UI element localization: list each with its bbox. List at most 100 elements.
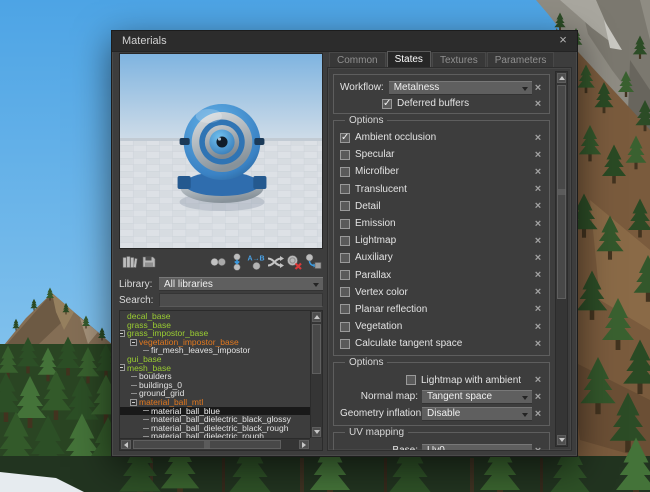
uv-mapping-group: UV mapping Base: Uv0 Ambient occlusion: bbox=[333, 432, 550, 450]
lightmap-with-ambient-row: Lightmap with ambient bbox=[334, 372, 549, 388]
group-title: UV mapping bbox=[345, 427, 408, 438]
option-checkbox[interactable] bbox=[340, 339, 350, 349]
import-material-icon[interactable] bbox=[227, 251, 246, 273]
normal-map-dropdown[interactable]: Tangent space bbox=[422, 390, 532, 404]
scroll-left-button[interactable] bbox=[121, 440, 131, 449]
window-titlebar[interactable]: Materials bbox=[112, 31, 577, 52]
tree-horizontal-scrollbar[interactable] bbox=[120, 438, 310, 450]
geometry-inflation-dropdown[interactable]: Disable bbox=[422, 407, 532, 421]
export-material-icon[interactable] bbox=[303, 251, 322, 273]
scroll-right-button[interactable] bbox=[299, 440, 309, 449]
material-properties-panel: Common States Textures Parameters Workfl… bbox=[327, 51, 572, 451]
option-checkbox[interactable] bbox=[340, 236, 350, 246]
option-row: Emission bbox=[334, 215, 549, 232]
remove-state-icon[interactable] bbox=[532, 98, 544, 110]
materials-window: Materials bbox=[111, 30, 578, 457]
search-input[interactable] bbox=[159, 293, 323, 307]
lightmap-with-ambient-checkbox[interactable] bbox=[406, 375, 416, 385]
remove-state-icon[interactable] bbox=[532, 445, 544, 451]
remove-state-icon[interactable] bbox=[532, 286, 544, 298]
library-icon[interactable] bbox=[120, 251, 139, 273]
options-group-2: Options Lightmap with ambient Normal map… bbox=[333, 362, 550, 426]
remove-state-icon[interactable] bbox=[532, 408, 544, 420]
remove-state-icon[interactable] bbox=[532, 200, 544, 212]
shuffle-icon[interactable] bbox=[265, 251, 284, 273]
option-row: Vertex color bbox=[334, 284, 549, 301]
states-tab-content: Workflow: Metalness Deferred buffers bbox=[327, 67, 572, 451]
workflow-dropdown[interactable]: Metalness bbox=[389, 81, 532, 95]
editor-viewport: Materials bbox=[0, 0, 650, 492]
spheres-icon[interactable] bbox=[208, 251, 227, 273]
collapse-icon[interactable] bbox=[130, 399, 137, 406]
remove-state-icon[interactable] bbox=[532, 374, 544, 386]
close-icon[interactable] bbox=[555, 33, 571, 48]
scroll-up-button[interactable] bbox=[312, 312, 321, 322]
properties-scrollbar[interactable] bbox=[555, 71, 568, 447]
remove-state-icon[interactable] bbox=[532, 269, 544, 281]
scroll-thumb[interactable] bbox=[133, 440, 281, 449]
remove-state-icon[interactable] bbox=[532, 132, 544, 144]
uv-base-row: Base: Uv0 bbox=[334, 442, 549, 450]
option-checkbox[interactable] bbox=[340, 304, 350, 314]
option-checkbox[interactable] bbox=[340, 201, 350, 211]
option-checkbox[interactable] bbox=[340, 322, 350, 332]
collapse-icon[interactable] bbox=[130, 339, 137, 346]
option-checkbox[interactable] bbox=[340, 287, 350, 297]
tab-common[interactable]: Common bbox=[329, 52, 386, 67]
option-checkbox[interactable] bbox=[340, 184, 350, 194]
a-to-b-icon[interactable]: A→B bbox=[246, 251, 265, 273]
deferred-buffers-checkbox[interactable] bbox=[382, 99, 392, 109]
option-checkbox[interactable] bbox=[340, 133, 350, 143]
tree-vertical-scrollbar[interactable] bbox=[310, 311, 322, 438]
tab-parameters[interactable]: Parameters bbox=[487, 52, 555, 67]
remove-state-icon[interactable] bbox=[532, 82, 544, 94]
scroll-up-button[interactable] bbox=[557, 73, 566, 83]
remove-state-icon[interactable] bbox=[532, 235, 544, 247]
option-checkbox[interactable] bbox=[340, 253, 350, 263]
tree-viewport[interactable]: decal_base grass_base grass_impostor_bas… bbox=[120, 311, 310, 438]
library-dropdown[interactable]: All libraries bbox=[159, 277, 323, 291]
collapse-icon[interactable] bbox=[120, 330, 125, 337]
scroll-down-button[interactable] bbox=[312, 427, 321, 437]
material-preview[interactable] bbox=[119, 53, 323, 249]
material-tree: decal_base grass_base grass_impostor_bas… bbox=[119, 310, 323, 451]
option-row: Lightmap bbox=[334, 232, 549, 249]
option-row: Detail bbox=[334, 198, 549, 215]
tab-textures[interactable]: Textures bbox=[432, 52, 486, 67]
option-row: Translucent bbox=[334, 181, 549, 198]
option-checkbox[interactable] bbox=[340, 270, 350, 280]
scroll-down-button[interactable] bbox=[557, 435, 566, 445]
remove-state-icon[interactable] bbox=[532, 338, 544, 350]
option-checkbox[interactable] bbox=[340, 219, 350, 229]
delete-material-icon[interactable] bbox=[284, 251, 303, 273]
scroll-thumb[interactable] bbox=[312, 324, 321, 374]
option-row: Auxiliary bbox=[334, 249, 549, 266]
search-row: Search: bbox=[119, 293, 323, 307]
remove-state-icon[interactable] bbox=[532, 166, 544, 178]
remove-state-icon[interactable] bbox=[532, 183, 544, 195]
tree-connector bbox=[143, 350, 149, 351]
option-row: Microfiber bbox=[334, 163, 549, 180]
tree-connector bbox=[131, 385, 137, 386]
option-checkbox[interactable] bbox=[340, 167, 350, 177]
option-row: Calculate tangent space bbox=[334, 335, 549, 352]
workflow-row: Workflow: Metalness bbox=[334, 75, 549, 96]
svg-text:A→B: A→B bbox=[247, 256, 264, 263]
remove-state-icon[interactable] bbox=[532, 321, 544, 333]
uv-base-dropdown[interactable]: Uv0 bbox=[422, 444, 532, 451]
search-label: Search: bbox=[119, 295, 159, 306]
remove-state-icon[interactable] bbox=[532, 149, 544, 161]
remove-state-icon[interactable] bbox=[532, 391, 544, 403]
tab-states[interactable]: States bbox=[387, 51, 431, 67]
save-icon[interactable] bbox=[139, 251, 158, 273]
material-browser-panel: A→B bbox=[119, 53, 323, 451]
remove-state-icon[interactable] bbox=[532, 303, 544, 315]
option-checkbox[interactable] bbox=[340, 150, 350, 160]
tree-connector bbox=[143, 428, 149, 429]
remove-state-icon[interactable] bbox=[532, 252, 544, 264]
collapse-icon[interactable] bbox=[120, 364, 125, 371]
normal-map-row: Normal map: Tangent space bbox=[334, 388, 549, 405]
remove-state-icon[interactable] bbox=[532, 218, 544, 230]
scroll-thumb[interactable] bbox=[557, 85, 566, 299]
geometry-inflation-row: Geometry inflation: Disable bbox=[334, 405, 549, 422]
